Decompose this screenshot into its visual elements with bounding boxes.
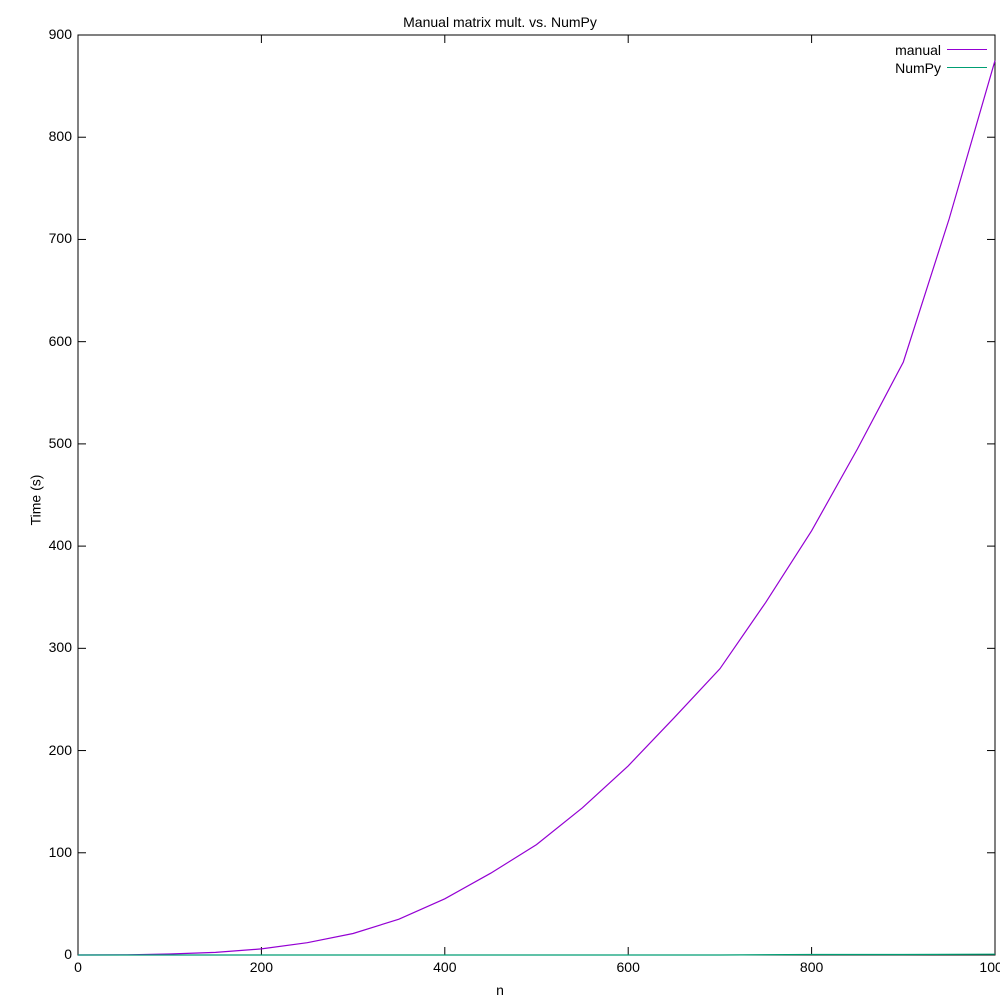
y-tick-label: 0 [24, 946, 72, 962]
y-tick-label: 200 [24, 742, 72, 758]
y-tick-label: 500 [24, 435, 72, 451]
y-tick-label: 100 [24, 844, 72, 860]
y-tick-label: 700 [24, 230, 72, 246]
y-tick-label: 600 [24, 333, 72, 349]
series-NumPy [78, 954, 995, 955]
x-tick-label: 0 [74, 959, 82, 975]
legend-swatch [947, 49, 987, 50]
legend-entry: NumPy [895, 59, 987, 76]
plot-svg [0, 0, 1000, 1000]
x-tick-label: 1000 [979, 959, 1000, 975]
legend-swatch [947, 67, 987, 68]
legend-label: NumPy [895, 60, 941, 76]
y-tick-label: 400 [24, 537, 72, 553]
x-tick-label: 200 [250, 959, 273, 975]
legend-entry: manual [895, 41, 987, 58]
x-tick-label: 800 [800, 959, 823, 975]
x-tick-label: 400 [433, 959, 456, 975]
y-tick-label: 300 [24, 639, 72, 655]
chart-container: Manual matrix mult. vs. NumPy Time (s) n… [0, 0, 1000, 1000]
legend-label: manual [895, 42, 941, 58]
y-tick-label: 800 [24, 128, 72, 144]
legend: manual NumPy [895, 41, 987, 76]
x-tick-label: 600 [617, 959, 640, 975]
series-manual [78, 61, 995, 955]
y-tick-label: 900 [24, 26, 72, 42]
